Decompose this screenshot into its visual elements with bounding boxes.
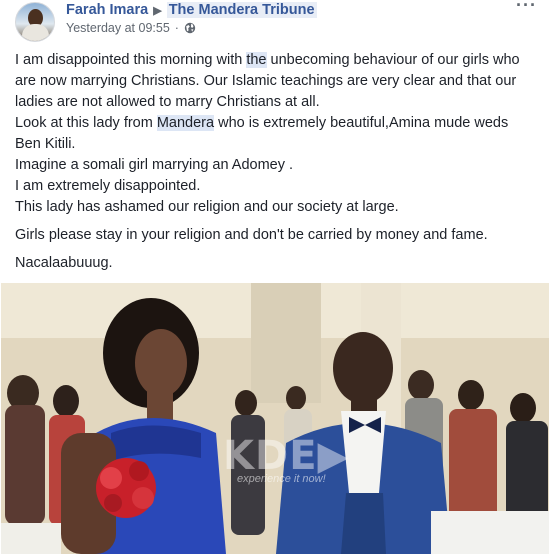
post-paragraph: Nacalaabuuug. [15, 255, 113, 271]
globe-icon[interactable] [184, 22, 196, 34]
post-paragraph: Imagine a somali girl marrying an Adomey… [15, 157, 294, 173]
photo-watermark-tagline: experience it now! [237, 473, 326, 485]
post-paragraph: This lady has ashamed our religion and o… [15, 199, 399, 215]
post-paragraph: I am disappointed this morning with the … [15, 52, 520, 110]
author-line: Farah Imara ▶ The Mandera Tribune [66, 1, 317, 19]
page-name[interactable]: The Mandera Tribune [166, 2, 317, 18]
post-paragraph: I am extremely disappointed. [15, 178, 201, 194]
post-paragraph: Girls please stay in your religion and d… [15, 227, 488, 243]
post-timestamp[interactable]: Yesterday at 09:55 [66, 21, 170, 35]
wedding-photo-illustration [1, 283, 549, 554]
post-text: I am disappointed this morning with the … [15, 50, 537, 274]
author-avatar[interactable] [15, 2, 55, 42]
author-name[interactable]: Farah Imara [66, 2, 148, 18]
facebook-post: Farah Imara ▶ The Mandera Tribune Yester… [0, 0, 550, 554]
highlighted-word: Mandera [156, 115, 215, 131]
meta-separator: · [174, 21, 179, 35]
highlighted-word: the [246, 52, 267, 68]
share-to-arrow-icon: ▶ [153, 4, 162, 17]
post-paragraph: Look at this lady from Mandera who is ex… [15, 115, 509, 152]
post-photo[interactable]: KDE▶ experience it now! [1, 283, 549, 554]
more-options-icon[interactable]: ··· [516, 0, 537, 14]
post-header: Farah Imara ▶ The Mandera Tribune Yester… [0, 0, 550, 44]
post-meta: Yesterday at 09:55 · [66, 21, 196, 35]
